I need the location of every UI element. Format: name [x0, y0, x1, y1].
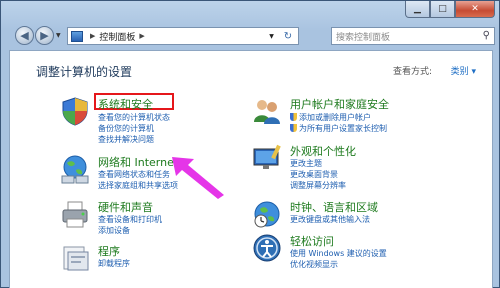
link-screen-resolution[interactable]: 调整屏幕分辨率: [290, 180, 346, 191]
printer-icon: [62, 201, 88, 228]
link-troubleshoot[interactable]: 查找并解决问题: [98, 134, 154, 145]
navigation-bar: ◀ ▶ ▼ ▶ 控制面板 ▶ ▼ ↻ 搜索控制面板 ⚲: [1, 23, 500, 49]
category-title[interactable]: 时钟、语言和区域: [290, 199, 378, 215]
link-backup[interactable]: 备份您的计算机: [98, 123, 154, 134]
link-view-status[interactable]: 查看您的计算机状态: [98, 112, 170, 123]
back-button[interactable]: ◀: [15, 26, 34, 45]
link-optimize-display[interactable]: 优化视频显示: [290, 259, 338, 270]
programs-icon: [63, 246, 89, 271]
main-content: 调整计算机的设置 查看方式: 类别 ▾ 系统和安全 查看您的计算机状态 备份您的…: [9, 50, 493, 288]
close-button[interactable]: ✕: [455, 1, 495, 18]
link-add-remove-users[interactable]: 添加或删除用户帐户: [290, 112, 371, 123]
breadcrumb-separator-icon[interactable]: ▶: [139, 32, 144, 40]
category-title[interactable]: 网络和 Internet: [98, 154, 178, 170]
refresh-icon[interactable]: ↻: [280, 28, 296, 44]
address-dropdown-icon[interactable]: ▼: [265, 28, 278, 44]
breadcrumb-separator-icon[interactable]: ▶: [90, 32, 95, 40]
category-title[interactable]: 用户帐户和家庭安全: [290, 96, 389, 112]
globe-network-icon: [61, 155, 89, 184]
link-desktop-background[interactable]: 更改桌面背景: [290, 169, 338, 180]
annotation-arrow-icon: [172, 157, 224, 199]
link-parental-controls[interactable]: 为所有用户设置家长控制: [290, 123, 387, 134]
link-change-theme[interactable]: 更改主题: [290, 158, 322, 169]
category-title[interactable]: 硬件和声音: [98, 199, 153, 215]
category-title[interactable]: 轻松访问: [290, 233, 334, 249]
users-icon: [254, 100, 280, 124]
window-controls: ▁ □ ✕: [405, 1, 495, 18]
control-panel-icon: [71, 30, 83, 42]
breadcrumb-control-panel[interactable]: 控制面板: [99, 30, 135, 43]
link-network-status[interactable]: 查看网络状态和任务: [98, 169, 170, 180]
address-bar[interactable]: ▶ 控制面板 ▶ ▼ ↻: [67, 27, 299, 45]
shield-icon: [62, 97, 88, 126]
link-recommended-settings[interactable]: 使用 Windows 建议的设置: [290, 248, 387, 259]
page-title: 调整计算机的设置: [36, 65, 133, 79]
category-title[interactable]: 程序: [98, 243, 120, 259]
category-title[interactable]: 系统和安全: [98, 96, 153, 112]
category-title[interactable]: 外观和个性化: [290, 143, 356, 159]
clock-globe-icon: [254, 201, 280, 228]
search-input[interactable]: 搜索控制面板 ⚲: [331, 27, 495, 45]
view-by-label: 查看方式:: [392, 67, 432, 77]
minimize-button[interactable]: ▁: [405, 1, 430, 18]
link-homegroup[interactable]: 选择家庭组和共享选项: [98, 180, 178, 191]
control-panel-window: ▁ □ ✕ ◀ ▶ ▼ ▶ 控制面板 ▶ ▼ ↻ 搜索控制面板 ⚲ 调整计算机的…: [0, 0, 500, 288]
display-icon: [253, 144, 281, 169]
view-by-dropdown[interactable]: 类别 ▾: [451, 64, 476, 77]
link-add-device[interactable]: 添加设备: [98, 225, 130, 236]
link-uninstall[interactable]: 卸载程序: [98, 258, 130, 269]
search-placeholder: 搜索控制面板: [336, 32, 391, 43]
search-icon[interactable]: ⚲: [483, 30, 490, 41]
recent-pages-dropdown[interactable]: ▼: [56, 32, 61, 39]
forward-button[interactable]: ▶: [35, 26, 54, 45]
ease-of-access-icon: [253, 234, 281, 262]
title-bar: ▁ □ ✕: [1, 1, 499, 23]
link-keyboard-input[interactable]: 更改键盘或其他输入法: [290, 214, 370, 225]
maximize-button[interactable]: □: [430, 1, 455, 18]
link-devices-printers[interactable]: 查看设备和打印机: [98, 214, 162, 225]
